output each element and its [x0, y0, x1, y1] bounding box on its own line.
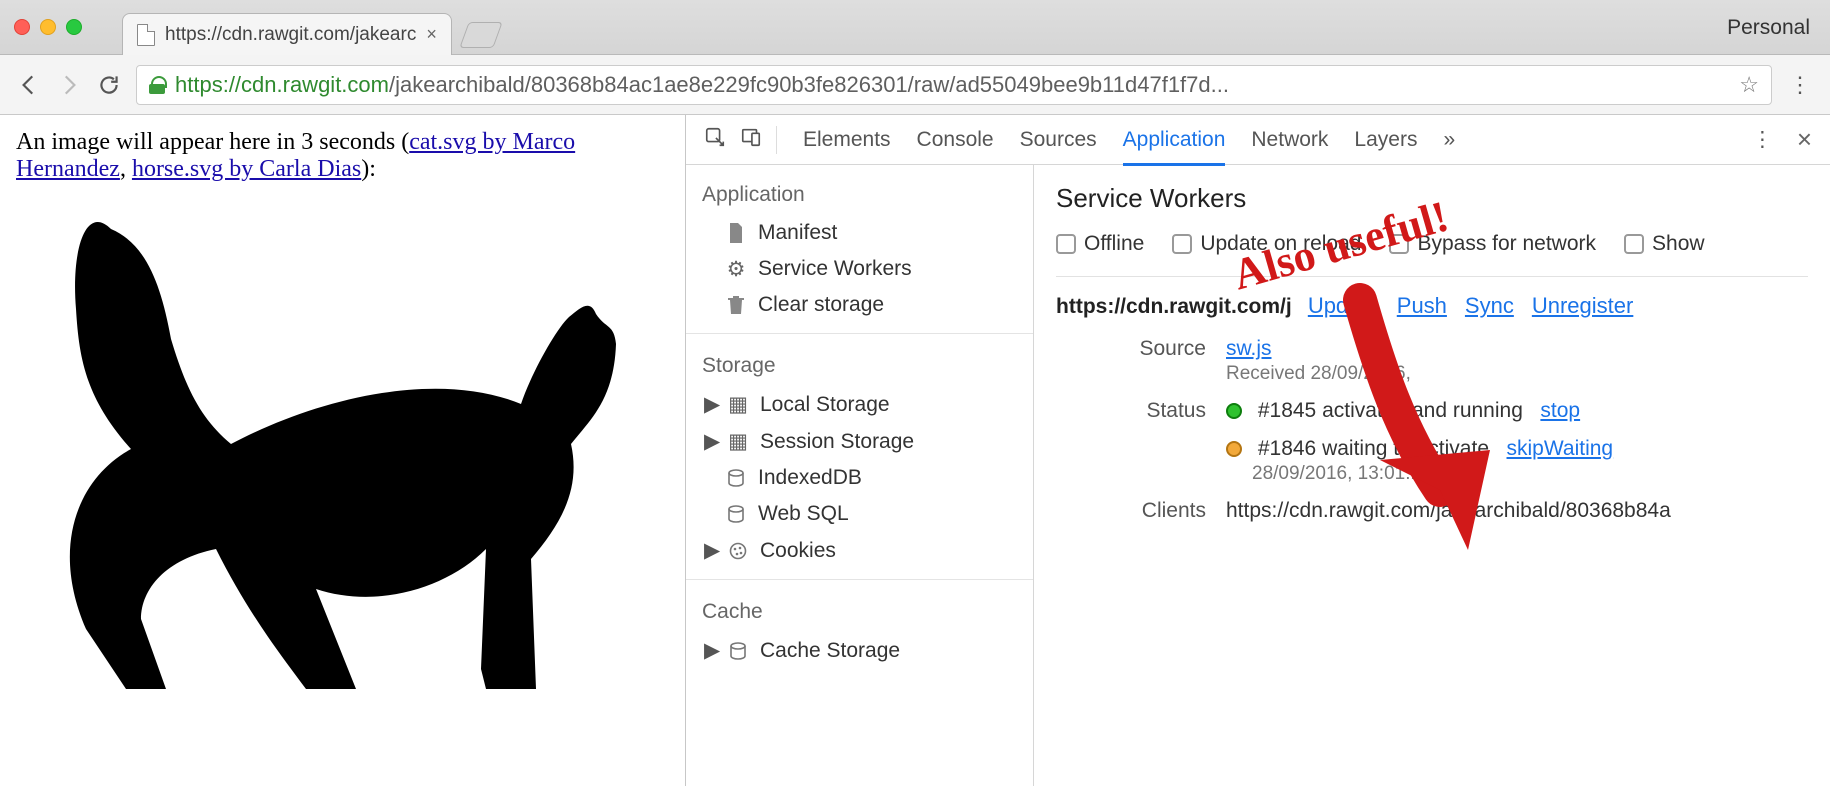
- close-tab-icon[interactable]: ×: [426, 24, 437, 45]
- service-workers-panel: Service Workers Offline Update on reload…: [1034, 165, 1830, 786]
- devtools-tab-elements[interactable]: Elements: [803, 128, 891, 152]
- expand-icon[interactable]: ▶: [704, 538, 716, 563]
- url-scheme: https: [175, 72, 223, 98]
- sidebar-item-session-storage[interactable]: ▶ ▦ Session Storage: [686, 423, 1033, 460]
- page: An image will appear here in 3 seconds (…: [0, 115, 685, 786]
- sw-options: Offline Update on reload Bypass for netw…: [1056, 232, 1808, 256]
- tab-title: https://cdn.rawgit.com/jakearc: [165, 24, 416, 46]
- offline-checkbox[interactable]: Offline: [1056, 232, 1144, 256]
- status-label: Status: [1056, 399, 1206, 485]
- new-tab-button[interactable]: [459, 22, 502, 48]
- expand-icon[interactable]: ▶: [704, 392, 716, 417]
- devtools-tab-layers[interactable]: Layers: [1354, 128, 1417, 152]
- devtools: Elements Console Sources Application Net…: [685, 115, 1830, 786]
- devtools-tabbar: Elements Console Sources Application Net…: [686, 115, 1830, 165]
- status-active-text: #1845 activated and running: [1258, 399, 1523, 422]
- url-path: /jakearchibald/80368b84ac1ae8e229fc90b3f…: [389, 72, 1229, 98]
- sidebar-item-cache-storage[interactable]: ▶ Cache Storage: [686, 632, 1033, 669]
- update-on-reload-checkbox[interactable]: Update on reload: [1172, 232, 1361, 256]
- window-controls: [14, 19, 82, 35]
- sidebar-item-indexeddb[interactable]: IndexedDB: [686, 460, 1033, 496]
- minimize-window-button[interactable]: [40, 19, 56, 35]
- source-label: Source: [1056, 337, 1206, 385]
- bookmark-star-icon[interactable]: ☆: [1739, 72, 1759, 98]
- database-icon: [726, 468, 746, 488]
- sidebar-item-clear-storage[interactable]: Clear storage: [686, 287, 1033, 323]
- database-icon: [728, 641, 748, 661]
- sidebar-item-websql[interactable]: Web SQL: [686, 496, 1033, 532]
- sidebar-group-storage: Storage: [686, 344, 1033, 386]
- devtools-close-button[interactable]: ×: [1797, 124, 1812, 155]
- profile-label[interactable]: Personal: [1727, 16, 1810, 40]
- grid-icon: ▦: [728, 432, 748, 452]
- database-icon: [726, 504, 746, 524]
- devtools-menu-button[interactable]: ⋮: [1752, 127, 1773, 152]
- skipwaiting-link[interactable]: skipWaiting: [1507, 437, 1614, 460]
- file-icon: [726, 223, 746, 243]
- sidebar-item-cookies[interactable]: ▶ Cookies: [686, 532, 1033, 569]
- devtools-tab-application[interactable]: Application: [1123, 128, 1226, 166]
- close-window-button[interactable]: [14, 19, 30, 35]
- sidebar-group-cache: Cache: [686, 590, 1033, 632]
- clients-url: https://cdn.rawgit.com/jakearchibald/803…: [1226, 499, 1808, 523]
- trash-icon: [726, 295, 746, 315]
- devtools-sidebar: Application Manifest ⚙ Service Workers C…: [686, 165, 1034, 786]
- inspect-element-icon[interactable]: [704, 126, 726, 154]
- status-waiting-text: #1846 waiting to activate: [1258, 437, 1489, 460]
- sync-link[interactable]: Sync: [1465, 293, 1514, 319]
- stop-link[interactable]: stop: [1540, 399, 1580, 422]
- horse-credit-link[interactable]: horse.svg by Carla Dias: [132, 156, 361, 182]
- page-icon: [137, 24, 155, 46]
- source-received: Received 28/09/2016,: [1226, 363, 1808, 385]
- forward-button[interactable]: [56, 72, 82, 98]
- devtools-tab-sources[interactable]: Sources: [1020, 128, 1097, 152]
- update-link[interactable]: Update: [1308, 293, 1379, 319]
- devtools-tab-network[interactable]: Network: [1251, 128, 1328, 152]
- page-intro: An image will appear here in 3 seconds (: [16, 129, 409, 155]
- sidebar-group-application: Application: [686, 173, 1033, 215]
- status-dot-active: [1226, 403, 1242, 419]
- toolbar: https ://cdn.rawgit.com /jakearchibald/8…: [0, 55, 1830, 115]
- unregister-link[interactable]: Unregister: [1532, 293, 1633, 319]
- registration-url: https://cdn.rawgit.com/j: [1056, 295, 1292, 318]
- device-toolbar-icon[interactable]: [740, 126, 762, 154]
- sidebar-item-manifest[interactable]: Manifest: [686, 215, 1033, 251]
- push-link[interactable]: Push: [1397, 293, 1447, 319]
- source-file-link[interactable]: sw.js: [1226, 337, 1272, 360]
- status-waiting-time: 28/09/2016, 13:01:17: [1252, 463, 1808, 485]
- content-area: An image will appear here in 3 seconds (…: [0, 115, 1830, 786]
- browser-tab[interactable]: https://cdn.rawgit.com/jakearc ×: [122, 13, 452, 55]
- lock-icon: [149, 76, 165, 94]
- cookie-icon: [728, 541, 748, 561]
- address-bar[interactable]: https ://cdn.rawgit.com /jakearchibald/8…: [136, 65, 1772, 105]
- cat-image: [16, 189, 636, 699]
- back-button[interactable]: [16, 72, 42, 98]
- browser-menu-button[interactable]: ⋮: [1786, 78, 1814, 91]
- expand-icon[interactable]: ▶: [704, 638, 716, 663]
- titlebar: https://cdn.rawgit.com/jakearc × Persona…: [0, 0, 1830, 55]
- devtools-tab-console[interactable]: Console: [917, 128, 994, 152]
- status-dot-waiting: [1226, 441, 1242, 457]
- sidebar-item-service-workers[interactable]: ⚙ Service Workers: [686, 251, 1033, 287]
- url-host: ://cdn.rawgit.com: [223, 72, 389, 98]
- grid-icon: ▦: [728, 395, 748, 415]
- devtools-tab-overflow[interactable]: »: [1443, 128, 1455, 152]
- clients-label: Clients: [1056, 499, 1206, 523]
- fullscreen-window-button[interactable]: [66, 19, 82, 35]
- expand-icon[interactable]: ▶: [704, 429, 716, 454]
- gear-icon: ⚙: [726, 259, 746, 279]
- show-checkbox[interactable]: Show: [1624, 232, 1705, 256]
- sidebar-item-local-storage[interactable]: ▶ ▦ Local Storage: [686, 386, 1033, 423]
- bypass-network-checkbox[interactable]: Bypass for network: [1389, 232, 1596, 256]
- reload-button[interactable]: [96, 72, 122, 98]
- panel-title: Service Workers: [1056, 183, 1808, 214]
- tabstrip: https://cdn.rawgit.com/jakearc ×: [122, 0, 498, 54]
